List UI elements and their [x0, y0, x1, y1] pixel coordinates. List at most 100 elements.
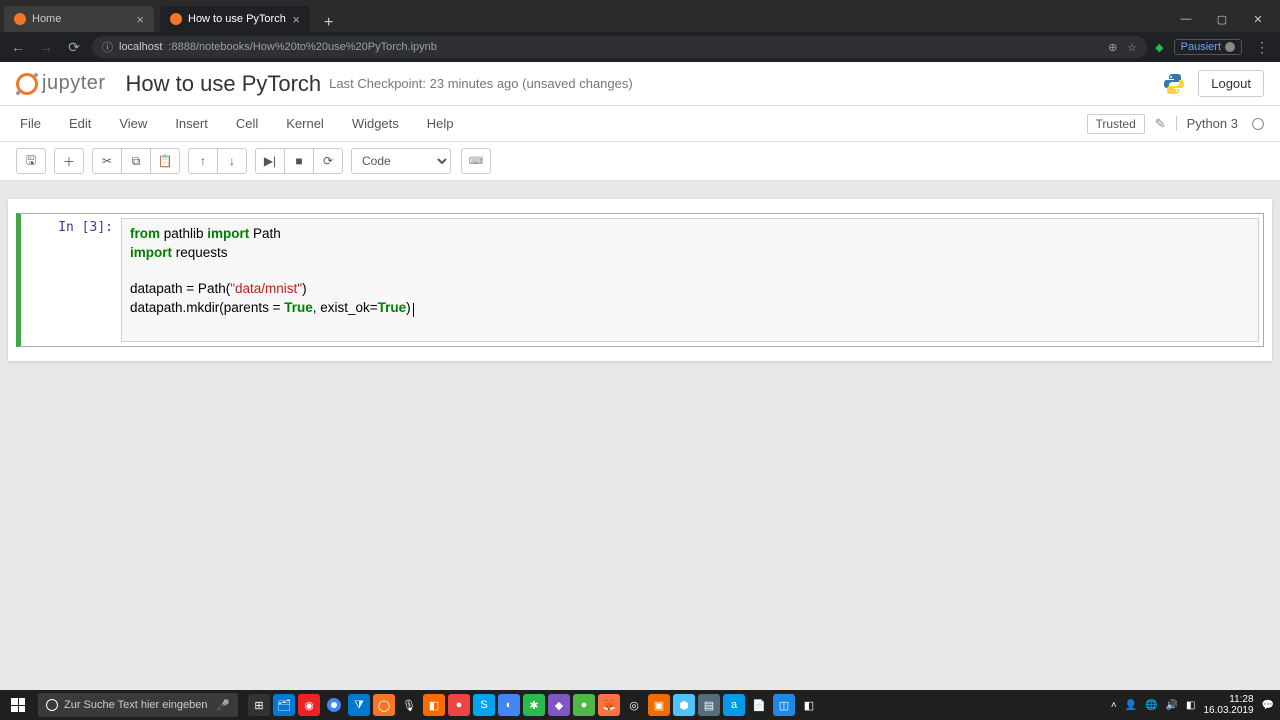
menu-kernel[interactable]: Kernel [272, 116, 338, 131]
app-icon[interactable]: ⬢ [673, 694, 695, 716]
browser-tab-strip: Home × How to use PyTorch × + — ▢ ✕ [0, 0, 1280, 32]
search-icon [46, 699, 58, 711]
code-cell[interactable]: In [3]: from pathlib import Path import … [16, 213, 1264, 347]
cut-button[interactable]: ✂ [92, 148, 122, 174]
paste-button[interactable]: 📋 [150, 148, 180, 174]
tab-title: How to use PyTorch [188, 13, 286, 25]
app-icon[interactable]: ◫ [773, 694, 795, 716]
people-icon[interactable]: 👤 [1125, 700, 1137, 711]
app-icon[interactable]: ▤ [698, 694, 720, 716]
search-in-page-icon[interactable]: ⊕ [1108, 41, 1117, 54]
browser-address-bar: ← → ⟳ ⓘ localhost :8888/notebooks/How%20t… [0, 32, 1280, 62]
close-window-button[interactable]: ✕ [1240, 6, 1276, 32]
jupyter-logo-icon [16, 73, 38, 95]
explorer-icon[interactable]: 🗂 [273, 694, 295, 716]
browser-tab-home[interactable]: Home × [4, 6, 154, 32]
trusted-indicator[interactable]: Trusted [1087, 114, 1145, 134]
app-icon[interactable]: ● [448, 694, 470, 716]
forward-icon[interactable]: → [36, 39, 56, 55]
jupyter-toolbar: 🖫 ＋ ✂ ⧉ 📋 ↑ ↓ ▶| ■ ⟳ Code ⌨ [0, 142, 1280, 181]
firefox-icon[interactable]: 🦊 [598, 694, 620, 716]
chrome-icon[interactable] [323, 694, 345, 716]
app-icon[interactable]: 📄 [748, 694, 770, 716]
app-icon[interactable]: ◐ [498, 694, 520, 716]
menu-cell[interactable]: Cell [222, 116, 272, 131]
edit-icon[interactable]: ✎ [1155, 116, 1166, 132]
menu-view[interactable]: View [105, 116, 161, 131]
menu-edit[interactable]: Edit [55, 116, 105, 131]
close-icon[interactable]: × [292, 12, 300, 27]
bookmark-icon[interactable]: ☆ [1127, 41, 1137, 54]
back-icon[interactable]: ← [8, 39, 28, 55]
url-input[interactable]: ⓘ localhost :8888/notebooks/How%20to%20us… [92, 36, 1147, 58]
copy-button[interactable]: ⧉ [121, 148, 151, 174]
menu-file[interactable]: File [16, 116, 55, 131]
interrupt-button[interactable]: ■ [284, 148, 314, 174]
kernel-status-icon [1252, 118, 1264, 130]
app-icon[interactable]: ◧ [423, 694, 445, 716]
app-icon[interactable]: ▣ [648, 694, 670, 716]
windows-taskbar: Zur Suche Text hier eingeben 🎤 ⊞ 🗂 ◉ ⧩ ◯… [0, 690, 1280, 720]
new-tab-button[interactable]: + [316, 14, 341, 32]
app-icon[interactable]: ◎ [623, 694, 645, 716]
insert-cell-button[interactable]: ＋ [54, 148, 84, 174]
maximize-button[interactable]: ▢ [1204, 6, 1240, 32]
app-icon[interactable]: ● [573, 694, 595, 716]
menu-insert[interactable]: Insert [161, 116, 222, 131]
taskbar-search-input[interactable]: Zur Suche Text hier eingeben 🎤 [38, 693, 238, 717]
jupyter-logo[interactable]: jupyter [16, 72, 106, 95]
taskbar-apps: ⊞ 🗂 ◉ ⧩ ◯ 🎙 ◧ ● S ◐ ✱ ◆ ● 🦊 ◎ ▣ ⬢ ▤ a 📄 … [248, 690, 820, 720]
profile-paused-button[interactable]: Pausiert [1174, 39, 1242, 55]
site-info-icon[interactable]: ⓘ [102, 39, 113, 55]
system-tray: ˄ 👤 🌐 🔊 ◧ 11:28 16.03.2019 💬 [1111, 694, 1280, 716]
cell-type-select[interactable]: Code [351, 148, 451, 174]
python-logo-icon [1162, 72, 1186, 96]
skype-icon[interactable]: S [473, 694, 495, 716]
tab-title: Home [32, 13, 130, 25]
network-icon[interactable]: 🌐 [1145, 700, 1157, 711]
volume-icon[interactable]: 🔊 [1166, 700, 1178, 711]
avatar-icon [1225, 42, 1235, 52]
vscode-icon[interactable]: ⧩ [348, 694, 370, 716]
app-icon[interactable]: ◉ [298, 694, 320, 716]
language-indicator[interactable]: ◧ [1186, 700, 1195, 711]
notebook-title[interactable]: How to use PyTorch [126, 71, 322, 97]
save-button[interactable]: 🖫 [16, 148, 46, 174]
move-down-button[interactable]: ↓ [217, 148, 247, 174]
minimize-button[interactable]: — [1168, 6, 1204, 32]
task-view-button[interactable]: ⊞ [248, 694, 270, 716]
close-icon[interactable]: × [136, 12, 144, 27]
start-button[interactable] [0, 690, 36, 720]
command-palette-button[interactable]: ⌨ [461, 148, 491, 174]
cell-prompt: In [3]: [21, 214, 121, 346]
notifications-icon[interactable]: 💬 [1262, 700, 1274, 711]
jupyter-menubar: File Edit View Insert Cell Kernel Widget… [0, 106, 1280, 142]
menu-widgets[interactable]: Widgets [338, 116, 413, 131]
mic-icon[interactable]: 🎤 [216, 699, 230, 712]
kernel-name[interactable]: Python 3 [1176, 116, 1238, 131]
page-content: jupyter How to use PyTorch Last Checkpoi… [0, 62, 1280, 690]
move-up-button[interactable]: ↑ [188, 148, 218, 174]
app-icon[interactable]: ✱ [523, 694, 545, 716]
app-icon[interactable]: 🎙 [398, 694, 420, 716]
checkpoint-status: Last Checkpoint: 23 minutes ago (unsaved… [329, 76, 633, 91]
jupyter-icon[interactable]: ◯ [373, 694, 395, 716]
extension-icon[interactable]: ◆ [1155, 41, 1163, 54]
code-editor[interactable]: from pathlib import Path import requests… [130, 225, 1250, 335]
app-icon[interactable]: a [723, 694, 745, 716]
taskbar-clock[interactable]: 11:28 16.03.2019 [1203, 694, 1253, 716]
cell-input-area[interactable]: from pathlib import Path import requests… [121, 218, 1259, 342]
window-controls: — ▢ ✕ [1168, 6, 1276, 32]
reload-icon[interactable]: ⟳ [64, 39, 84, 56]
logout-button[interactable]: Logout [1198, 70, 1264, 97]
app-icon[interactable]: ◆ [548, 694, 570, 716]
browser-tab-notebook[interactable]: How to use PyTorch × [160, 6, 310, 32]
menu-icon[interactable]: ⋮ [1252, 39, 1272, 56]
menu-help[interactable]: Help [413, 116, 468, 131]
app-icon[interactable]: ◧ [798, 694, 820, 716]
run-button[interactable]: ▶| [255, 148, 285, 174]
url-path: :8888/notebooks/How%20to%20use%20PyTorch… [168, 41, 436, 53]
tray-chevron-up-icon[interactable]: ˄ [1111, 700, 1117, 711]
url-host: localhost [119, 41, 162, 53]
restart-button[interactable]: ⟳ [313, 148, 343, 174]
